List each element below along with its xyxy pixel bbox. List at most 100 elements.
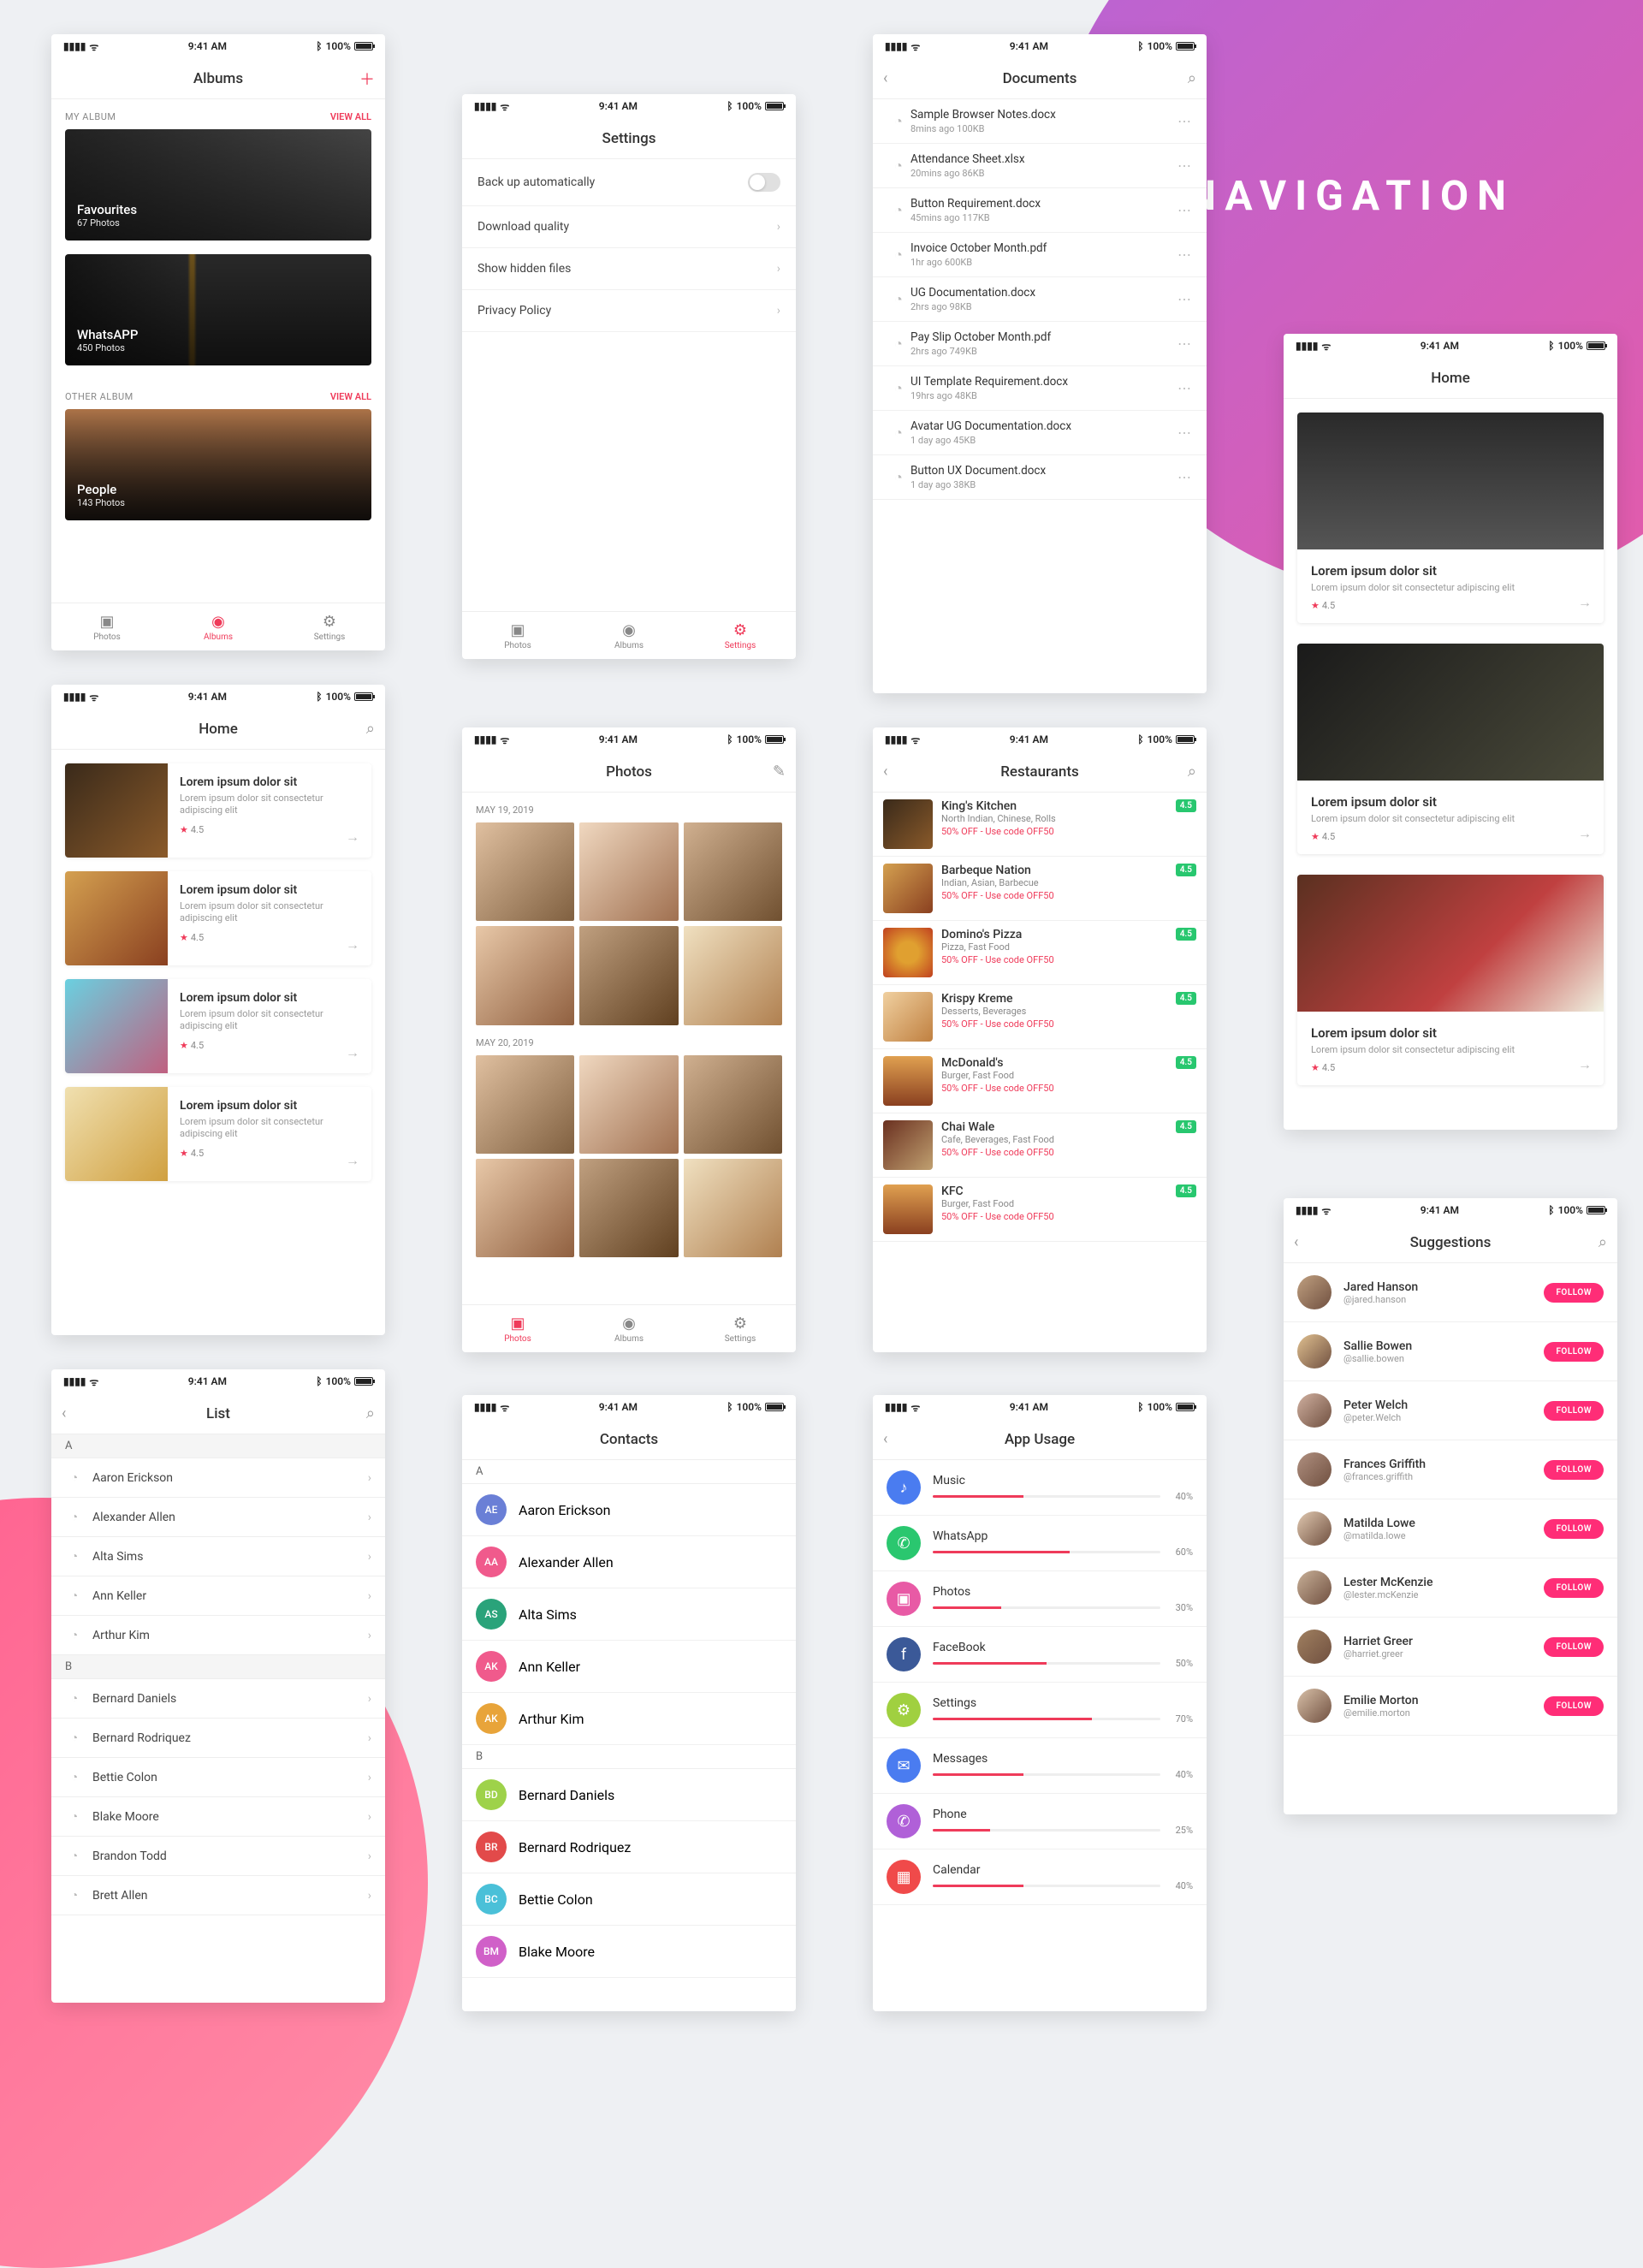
back-icon[interactable]: ‹ bbox=[883, 69, 887, 87]
album-card[interactable]: Favourites 67 Photos bbox=[65, 129, 371, 240]
home-card[interactable]: Lorem ipsum dolor sit Lorem ipsum dolor … bbox=[65, 763, 371, 858]
back-icon[interactable]: ‹ bbox=[883, 1430, 887, 1448]
photo-thumbnail[interactable] bbox=[684, 926, 782, 1024]
arrow-right-icon[interactable]: → bbox=[346, 828, 359, 846]
tab-photos[interactable]: ▣Photos bbox=[462, 612, 573, 659]
list-row[interactable]: ◔ Blake Moore › bbox=[51, 1797, 385, 1837]
arrow-right-icon[interactable]: → bbox=[346, 936, 359, 953]
tab-photos[interactable]: ▣Photos bbox=[462, 1305, 573, 1352]
more-icon[interactable]: ⋯ bbox=[1177, 113, 1193, 129]
more-icon[interactable]: ⋯ bbox=[1177, 335, 1193, 352]
list-row[interactable]: ◔ Bernard Daniels › bbox=[51, 1679, 385, 1719]
search-icon[interactable]: ⌕ bbox=[1599, 1233, 1607, 1251]
usage-row[interactable]: ⚙ Settings 70% bbox=[873, 1683, 1207, 1738]
follow-button[interactable]: FOLLOW bbox=[1544, 1342, 1604, 1362]
usage-row[interactable]: ▣ Photos 30% bbox=[873, 1571, 1207, 1627]
list-row[interactable]: ◔ Alexander Allen › bbox=[51, 1498, 385, 1537]
usage-row[interactable]: ✉ Messages 40% bbox=[873, 1738, 1207, 1794]
usage-row[interactable]: ▦ Calendar 40% bbox=[873, 1849, 1207, 1905]
document-row[interactable]: ◔ Sample Browser Notes.docx8mins ago 100… bbox=[873, 99, 1207, 144]
search-icon[interactable]: ⌕ bbox=[1188, 763, 1196, 781]
suggestion-row[interactable]: Emilie Morton @emilie.morton FOLLOW bbox=[1284, 1677, 1617, 1736]
contact-row[interactable]: BR Bernard Rodriquez bbox=[462, 1821, 796, 1873]
list-row[interactable]: ◔ Ann Keller › bbox=[51, 1576, 385, 1616]
more-icon[interactable]: ⋯ bbox=[1177, 246, 1193, 263]
arrow-right-icon[interactable]: → bbox=[1578, 825, 1592, 842]
follow-button[interactable]: FOLLOW bbox=[1544, 1401, 1604, 1421]
contact-row[interactable]: BM Blake Moore bbox=[462, 1926, 796, 1978]
restaurant-row[interactable]: McDonald's Burger, Fast Food 50% OFF - U… bbox=[873, 1049, 1207, 1113]
home-card[interactable]: Lorem ipsum dolor sit Lorem ipsum dolor … bbox=[1297, 875, 1604, 1085]
document-row[interactable]: ◔ UG Documentation.docx2hrs ago 98KB ⋯ bbox=[873, 277, 1207, 322]
photo-thumbnail[interactable] bbox=[476, 822, 574, 921]
document-row[interactable]: ◔ Button UX Document.docx1 day ago 38KB … bbox=[873, 455, 1207, 500]
usage-row[interactable]: f FaceBook 50% bbox=[873, 1627, 1207, 1683]
usage-row[interactable]: ✆ Phone 25% bbox=[873, 1794, 1207, 1849]
photo-thumbnail[interactable] bbox=[579, 1055, 678, 1154]
more-icon[interactable]: ⋯ bbox=[1177, 291, 1193, 307]
setting-row[interactable]: Download quality› bbox=[462, 206, 796, 248]
home-card[interactable]: Lorem ipsum dolor sit Lorem ipsum dolor … bbox=[65, 1087, 371, 1181]
follow-button[interactable]: FOLLOW bbox=[1544, 1637, 1604, 1657]
tab-settings[interactable]: ⚙Settings bbox=[274, 603, 385, 650]
document-row[interactable]: ◔ Button Requirement.docx45mins ago 117K… bbox=[873, 188, 1207, 233]
follow-button[interactable]: FOLLOW bbox=[1544, 1578, 1604, 1598]
add-icon[interactable]: ＋ bbox=[359, 68, 375, 90]
follow-button[interactable]: FOLLOW bbox=[1544, 1460, 1604, 1480]
list-row[interactable]: ◔ Alta Sims › bbox=[51, 1537, 385, 1576]
setting-row[interactable]: Privacy Policy› bbox=[462, 290, 796, 332]
photo-thumbnail[interactable] bbox=[684, 1159, 782, 1257]
photo-thumbnail[interactable] bbox=[579, 926, 678, 1024]
contact-row[interactable]: AA Alexander Allen bbox=[462, 1536, 796, 1588]
tab-settings[interactable]: ⚙Settings bbox=[685, 1305, 796, 1352]
photo-thumbnail[interactable] bbox=[476, 926, 574, 1024]
usage-row[interactable]: ♪ Music 40% bbox=[873, 1460, 1207, 1516]
back-icon[interactable]: ‹ bbox=[62, 1404, 66, 1422]
list-row[interactable]: ◔ Bettie Colon › bbox=[51, 1758, 385, 1797]
photo-thumbnail[interactable] bbox=[476, 1055, 574, 1154]
restaurant-row[interactable]: Chai Wale Cafe, Beverages, Fast Food 50%… bbox=[873, 1113, 1207, 1178]
back-icon[interactable]: ‹ bbox=[883, 763, 887, 781]
contact-row[interactable]: BD Bernard Daniels bbox=[462, 1769, 796, 1821]
follow-button[interactable]: FOLLOW bbox=[1544, 1696, 1604, 1716]
suggestion-row[interactable]: Peter Welch @peter.Welch FOLLOW bbox=[1284, 1381, 1617, 1440]
tab-albums[interactable]: ◉Albums bbox=[573, 612, 685, 659]
suggestion-row[interactable]: Jared Hanson @jared.hanson FOLLOW bbox=[1284, 1263, 1617, 1322]
restaurant-row[interactable]: Barbeque Nation Indian, Asian, Barbecue … bbox=[873, 857, 1207, 921]
arrow-right-icon[interactable]: → bbox=[1578, 1056, 1592, 1073]
search-icon[interactable]: ⌕ bbox=[366, 1404, 375, 1422]
edit-icon[interactable]: ✎ bbox=[773, 763, 786, 781]
restaurant-row[interactable]: King's Kitchen North Indian, Chinese, Ro… bbox=[873, 793, 1207, 857]
home-card[interactable]: Lorem ipsum dolor sit Lorem ipsum dolor … bbox=[1297, 644, 1604, 854]
document-row[interactable]: ◔ Pay Slip October Month.pdf2hrs ago 749… bbox=[873, 322, 1207, 366]
list-row[interactable]: ◔ Aaron Erickson › bbox=[51, 1458, 385, 1498]
more-icon[interactable]: ⋯ bbox=[1177, 157, 1193, 174]
album-card[interactable]: WhatsAPP 450 Photos bbox=[65, 254, 371, 365]
home-card[interactable]: Lorem ipsum dolor sit Lorem ipsum dolor … bbox=[1297, 413, 1604, 623]
list-row[interactable]: ◔ Brett Allen › bbox=[51, 1876, 385, 1915]
arrow-right-icon[interactable]: → bbox=[1578, 594, 1592, 611]
suggestion-row[interactable]: Harriet Greer @harriet.greer FOLLOW bbox=[1284, 1618, 1617, 1677]
suggestion-row[interactable]: Matilda Lowe @matilda.lowe FOLLOW bbox=[1284, 1499, 1617, 1559]
suggestion-row[interactable]: Lester McKenzie @lester.mcKenzie FOLLOW bbox=[1284, 1559, 1617, 1618]
contact-row[interactable]: AS Alta Sims bbox=[462, 1588, 796, 1641]
document-row[interactable]: ◔ Invoice October Month.pdf1hr ago 600KB… bbox=[873, 233, 1207, 277]
document-row[interactable]: ◔ Avatar UG Documentation.docx1 day ago … bbox=[873, 411, 1207, 455]
view-all-link[interactable]: VIEW ALL bbox=[330, 391, 371, 402]
contact-row[interactable]: BC Bettie Colon bbox=[462, 1873, 796, 1926]
document-row[interactable]: ◔ UI Template Requirement.docx19hrs ago … bbox=[873, 366, 1207, 411]
restaurant-row[interactable]: Krispy Kreme Desserts, Beverages 50% OFF… bbox=[873, 985, 1207, 1049]
tab-albums[interactable]: ◉Albums bbox=[573, 1305, 685, 1352]
photo-thumbnail[interactable] bbox=[579, 1159, 678, 1257]
follow-button[interactable]: FOLLOW bbox=[1544, 1519, 1604, 1539]
setting-row[interactable]: Show hidden files› bbox=[462, 248, 796, 290]
photo-thumbnail[interactable] bbox=[476, 1159, 574, 1257]
suggestion-row[interactable]: Frances Griffith @frances.griffith FOLLO… bbox=[1284, 1440, 1617, 1499]
back-icon[interactable]: ‹ bbox=[1294, 1233, 1298, 1251]
list-row[interactable]: ◔ Brandon Todd › bbox=[51, 1837, 385, 1876]
list-row[interactable]: ◔ Arthur Kim › bbox=[51, 1616, 385, 1655]
suggestion-row[interactable]: Sallie Bowen @sallie.bowen FOLLOW bbox=[1284, 1322, 1617, 1381]
photo-thumbnail[interactable] bbox=[579, 822, 678, 921]
setting-row[interactable]: Back up automatically bbox=[462, 159, 796, 206]
arrow-right-icon[interactable]: → bbox=[346, 1152, 359, 1169]
